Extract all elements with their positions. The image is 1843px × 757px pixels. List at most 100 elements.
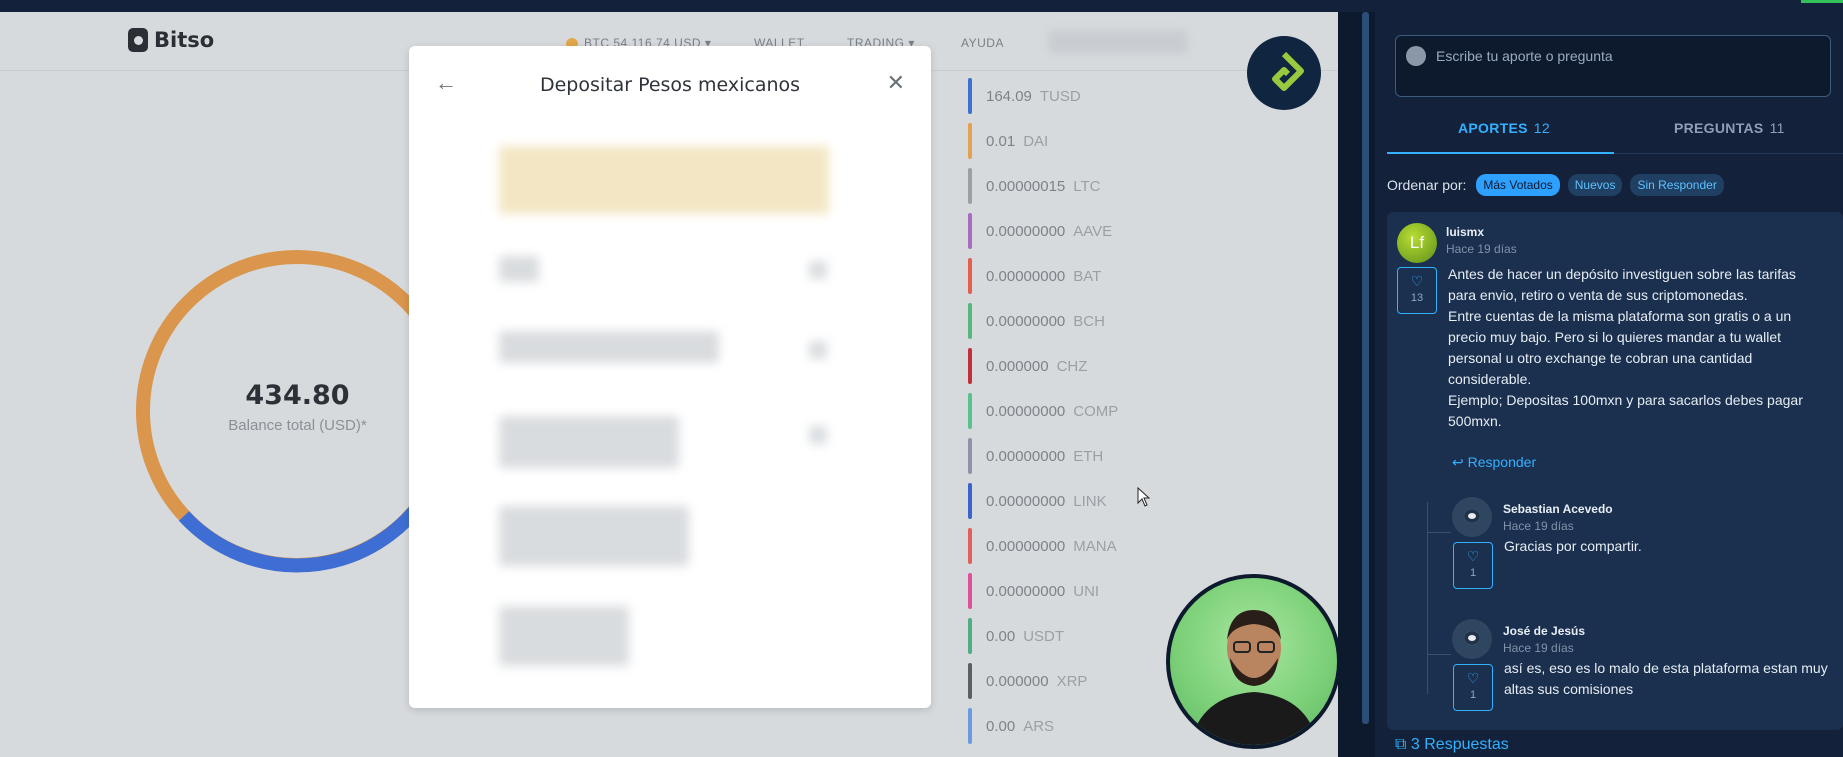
discussion-panel: Escribe tu aporte o pregunta APORTES 12 P… [1375,12,1843,757]
coin-amount: 0.00 [986,628,1016,645]
comment-author[interactable]: luismx [1446,225,1484,239]
coin-color-bar [968,123,972,159]
like-count: 13 [1410,292,1424,304]
author-avatar: Lf [1397,223,1437,263]
coin-symbol: LINK [1073,493,1107,510]
thread-branch [1427,654,1451,655]
coin-row: 0.00 USDT [968,614,1168,659]
coin-symbol: MANA [1073,538,1117,555]
reply-author[interactable]: José de Jesús [1503,624,1585,638]
coin-row: 0.000000 CHZ [968,344,1168,389]
comment-composer[interactable]: Escribe tu aporte o pregunta [1395,35,1831,97]
mouse-cursor-icon [1137,487,1151,507]
reply-like-button[interactable]: ♡ 1 [1453,542,1493,589]
coin-color-bar [968,528,972,564]
blurred-account [1048,30,1188,54]
blurred-field [499,416,679,468]
top-bar [0,0,1843,12]
coin-symbol: TUSD [1039,88,1081,105]
coin-amount: 0.000000 [986,673,1049,690]
coin-row: 0.00000000 MANA [968,524,1168,569]
reply-author[interactable]: Sebastian Acevedo [1503,502,1613,516]
coin-color-bar [968,78,972,114]
modal-title: Depositar Pesos mexicanos [539,74,801,96]
coin-amount: 0.00 [986,718,1016,735]
sort-options: Ordenar por: Más Votados Nuevos Sin Resp… [1387,174,1724,196]
coin-color-bar [968,168,972,204]
coin-amount: 0.000000 [986,358,1049,375]
coin-row: 0.00000000 UNI [968,569,1168,614]
tab-preguntas[interactable]: PREGUNTAS 11 [1674,120,1785,136]
coin-color-bar [968,303,972,339]
coin-color-bar [968,393,972,429]
heart-icon: ♡ [1466,548,1480,564]
coin-amount: 0.00000000 [986,403,1066,420]
coin-list: 164.09 TUSD 0.01 DAI 0.00000015 LTC 0.00000000… [968,74,1168,749]
heart-icon: ♡ [1410,273,1424,289]
coin-color-bar [968,213,972,249]
coin-color-bar [968,708,972,744]
more-replies-link[interactable]: ⧉ 3 Respuestas [1395,736,1509,754]
nav-ayuda: AYUDA [961,36,1004,50]
user-avatar [1406,46,1426,66]
sort-unanswered[interactable]: Sin Responder [1630,174,1724,196]
bitso-logo-icon [128,28,148,52]
reply-time: Hace 19 días [1503,519,1574,533]
platzi-logo-icon [1272,51,1304,91]
coin-symbol: BAT [1073,268,1102,285]
coin-row: 0.00000015 LTC [968,164,1168,209]
coin-symbol: ARS [1023,718,1055,735]
reply-text: así es, eso es lo malo de esta plataform… [1504,660,1828,697]
active-tab-indicator [1387,152,1614,154]
scrollbar[interactable] [1362,12,1369,724]
top-accent [1801,0,1843,3]
coin-row: 164.09 TUSD [968,74,1168,119]
sort-new[interactable]: Nuevos [1567,174,1623,196]
platzi-logo [1247,36,1321,110]
coin-color-bar [968,618,972,654]
blurred-field [499,331,719,363]
tab-aportes[interactable]: APORTES 12 [1458,120,1550,136]
sort-most-voted[interactable]: Más Votados [1476,174,1560,196]
coin-row: 0.00000000 AAVE [968,209,1168,254]
coin-color-bar [968,258,972,294]
blurred-field [499,606,629,666]
coin-amount: 164.09 [986,88,1032,105]
close-icon[interactable]: ✕ [887,70,905,96]
reply-avatar [1452,619,1492,659]
coin-row: 0.00000000 COMP [968,389,1168,434]
coin-row: 0.00000000 BCH [968,299,1168,344]
coin-color-bar [968,438,972,474]
external-link-icon: ⧉ [1395,736,1407,753]
coin-color-bar [968,483,972,519]
reply-button[interactable]: ↩ Responder [1452,454,1536,471]
reply-arrow-icon: ↩ [1452,454,1464,470]
blurred-copy [809,426,827,444]
reply-avatar [1452,497,1492,537]
donut-segment-secondary [178,478,441,573]
reply-like-button[interactable]: ♡ 1 [1453,664,1493,711]
coin-amount: 0.00000000 [986,448,1066,465]
coin-row: 0.00000000 BAT [968,254,1168,299]
thread-line [1427,502,1428,694]
coin-symbol: AAVE [1073,223,1113,240]
comment-time: Hace 19 días [1446,242,1517,256]
deposit-modal: ← Depositar Pesos mexicanos ✕ [409,46,931,708]
coin-row: 0.000000 XRP [968,659,1168,704]
bitso-logo: Bitso [128,28,214,52]
coin-amount: 0.01 [986,133,1016,150]
like-button[interactable]: ♡ 13 [1397,267,1437,314]
coin-symbol: USDT [1023,628,1065,645]
coin-symbol: ETH [1073,448,1104,465]
coin-symbol: COMP [1073,403,1119,420]
coin-symbol: CHZ [1056,358,1088,375]
coin-amount: 0.00000000 [986,493,1066,510]
coin-symbol: LTC [1073,178,1101,195]
coin-symbol: BCH [1073,313,1105,330]
video-player[interactable]: Bitso BTC 54,116.74 USD ▾ WALLET TRADING… [0,12,1338,757]
panel-tabs: APORTES 12 PREGUNTAS 11 [1387,108,1843,156]
coin-amount: 0.00000000 [986,538,1066,555]
comment-text: Antes de hacer un depósito investiguen s… [1448,266,1803,429]
presenter-video [1166,574,1338,749]
coin-symbol: XRP [1056,673,1088,690]
